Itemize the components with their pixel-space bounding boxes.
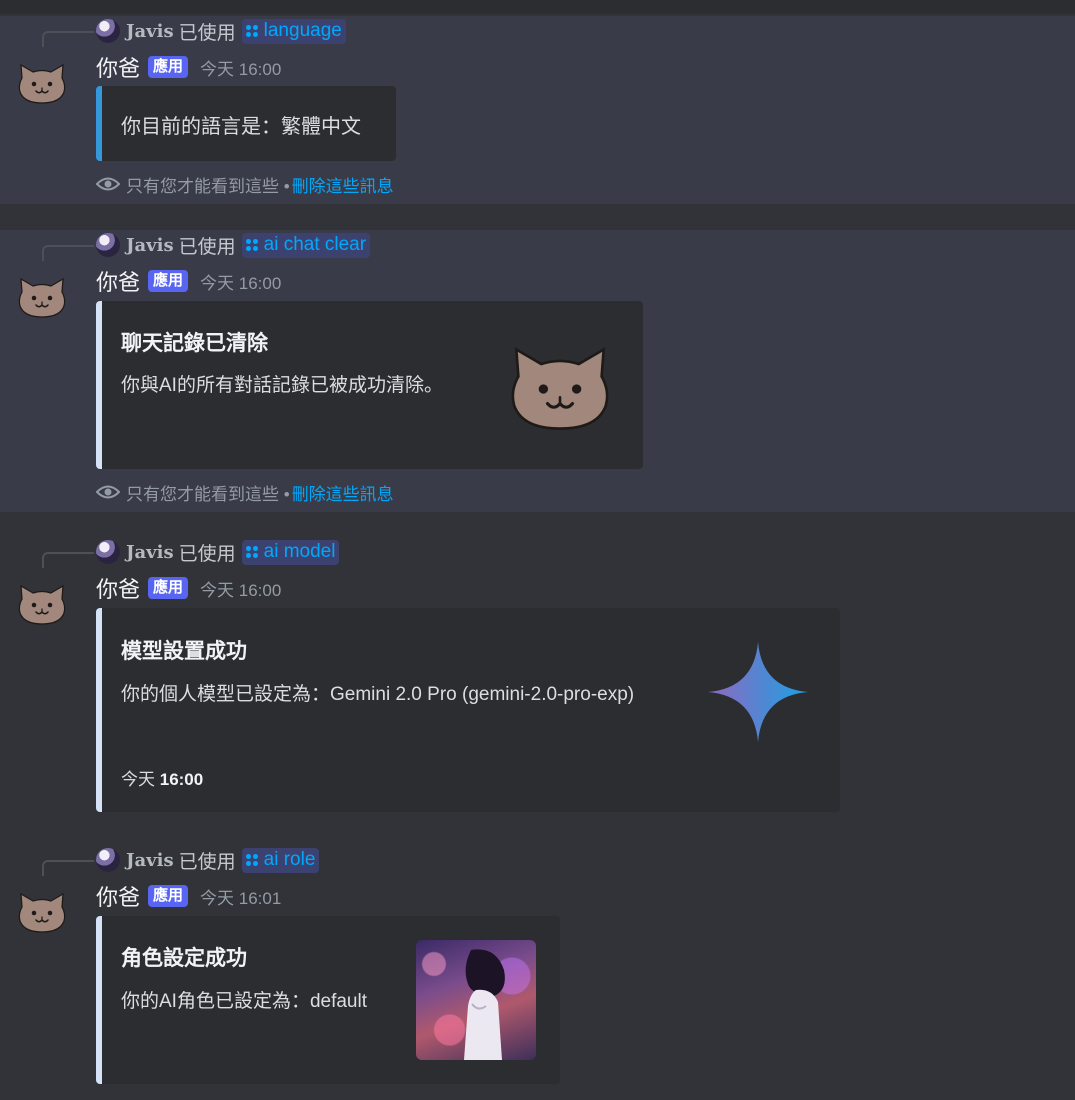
reply-context[interactable]: Javis 已使用 ai role — [96, 847, 320, 873]
reply-connector — [42, 552, 94, 568]
slash-command-icon — [245, 238, 258, 251]
embed-title: 模型設置成功 — [121, 640, 247, 663]
command-name[interactable]: language — [264, 20, 342, 42]
delete-messages-link[interactable]: 刪除這些訊息 — [292, 172, 394, 197]
reply-avatar[interactable] — [96, 848, 120, 872]
top-bar — [0, 0, 1075, 14]
cat-avatar-icon[interactable] — [17, 891, 67, 935]
message-header: 你爸 應用 今天 16:00 — [96, 573, 281, 603]
timestamp[interactable]: 今天 16:01 — [200, 884, 281, 909]
girl-silhouette — [464, 949, 505, 1060]
embed-description: 你與AI的所有對話記錄已被成功清除。 — [121, 375, 443, 396]
message-header: 你爸 應用 今天 16:01 — [96, 881, 281, 911]
reply-username[interactable]: Javis — [126, 542, 174, 563]
cat-avatar-icon[interactable] — [17, 583, 67, 627]
embed-title: 聊天記錄已清除 — [121, 332, 268, 355]
anime-girl-image[interactable] — [416, 940, 536, 1060]
app-tag: 應用 — [148, 885, 189, 907]
cat-face-icon[interactable] — [508, 345, 612, 433]
embed: 模型設置成功 你的個人模型已設定為：Gemini 2.0 Pro (gemini… — [96, 608, 840, 812]
reply-context[interactable]: Javis 已使用 ai model — [96, 539, 340, 565]
message-ai-model: Javis 已使用 ai model 你爸 應用 今天 16:00 模型設置成功… — [0, 537, 1075, 827]
footer-prefix: 今天 — [121, 770, 155, 789]
reply-context[interactable]: Javis 已使用 language — [96, 18, 346, 44]
reply-username[interactable]: Javis — [126, 21, 174, 42]
message-ai-role: Javis 已使用 ai role 你爸 應用 今天 16:01 角色設定成功 … — [0, 845, 1075, 1100]
reply-avatar[interactable] — [96, 540, 120, 564]
message-header: 你爸 應用 今天 16:00 — [96, 266, 281, 296]
message-language: Javis 已使用 language 你爸 應用 今天 16:00 你目前的語言… — [0, 16, 1075, 204]
command-mention[interactable]: language — [241, 18, 346, 44]
embed-description: 你的個人模型已設定為：Gemini 2.0 Pro (gemini-2.0-pr… — [121, 684, 635, 705]
reply-used-label: 已使用 — [178, 851, 236, 873]
reply-avatar[interactable] — [96, 19, 120, 43]
ephemeral-text: 只有您才能看到這些 • — [126, 484, 290, 504]
command-name[interactable]: ai model — [264, 541, 336, 563]
reply-used-label: 已使用 — [178, 236, 236, 258]
command-mention[interactable]: ai chat clear — [241, 232, 371, 258]
cat-avatar-icon[interactable] — [17, 276, 67, 320]
reply-avatar[interactable] — [96, 233, 120, 257]
command-name[interactable]: ai role — [264, 849, 316, 871]
message-header: 你爸 應用 今天 16:00 — [96, 52, 281, 82]
timestamp[interactable]: 今天 16:00 — [200, 55, 281, 80]
message-ai-chat-clear: Javis 已使用 ai chat clear 你爸 應用 今天 16:00 聊… — [0, 230, 1075, 512]
reply-used-label: 已使用 — [178, 22, 236, 44]
gemini-sparkle-icon[interactable] — [706, 640, 810, 744]
footer-time: 16:00 — [159, 770, 204, 789]
reply-used-label: 已使用 — [178, 543, 236, 565]
timestamp[interactable]: 今天 16:00 — [200, 576, 281, 601]
embed: 你目前的語言是：繁體中文 — [96, 86, 396, 161]
command-mention[interactable]: ai model — [241, 539, 340, 565]
embed-footer: 今天 16:00 — [121, 765, 203, 790]
app-tag: 應用 — [148, 56, 189, 78]
reply-username[interactable]: Javis — [126, 850, 174, 871]
cat-avatar-icon[interactable] — [17, 62, 67, 106]
timestamp[interactable]: 今天 16:00 — [200, 269, 281, 294]
author-name[interactable]: 你爸 — [96, 51, 140, 83]
app-tag: 應用 — [148, 577, 189, 599]
delete-messages-link[interactable]: 刪除這些訊息 — [292, 480, 394, 505]
ephemeral-notice: 只有您才能看到這些 • 刪除這些訊息 — [96, 480, 394, 504]
embed: 聊天記錄已清除 你與AI的所有對話記錄已被成功清除。 — [96, 301, 643, 469]
eye-icon — [96, 485, 120, 499]
reply-connector — [42, 31, 94, 47]
author-name[interactable]: 你爸 — [96, 880, 140, 912]
author-name[interactable]: 你爸 — [96, 265, 140, 297]
embed: 角色設定成功 你的AI角色已設定為：default — [96, 916, 560, 1084]
eye-icon — [96, 177, 120, 191]
reply-context[interactable]: Javis 已使用 ai chat clear — [96, 232, 371, 258]
embed-description: 你的AI角色已設定為：default — [121, 991, 367, 1012]
embed-title: 角色設定成功 — [121, 947, 247, 970]
slash-command-icon — [245, 545, 258, 558]
slash-command-icon — [245, 24, 258, 37]
slash-command-icon — [245, 853, 258, 866]
command-mention[interactable]: ai role — [241, 847, 320, 873]
ephemeral-notice: 只有您才能看到這些 • 刪除這些訊息 — [96, 172, 394, 196]
reply-connector — [42, 860, 94, 876]
author-name[interactable]: 你爸 — [96, 572, 140, 604]
reply-connector — [42, 245, 94, 261]
command-name[interactable]: ai chat clear — [264, 234, 366, 256]
ephemeral-text: 只有您才能看到這些 • — [126, 176, 290, 196]
embed-description: 你目前的語言是：繁體中文 — [121, 116, 361, 138]
app-tag: 應用 — [148, 270, 189, 292]
reply-username[interactable]: Javis — [126, 235, 174, 256]
